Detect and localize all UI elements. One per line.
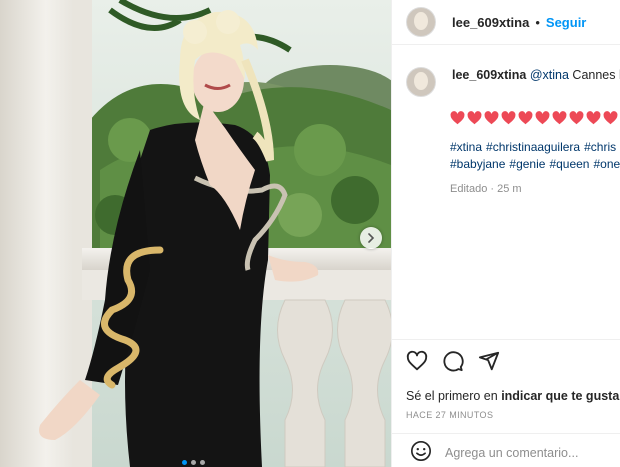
hashtags: #xtina #christinaaguilera #chris #babyjane… <box>450 139 620 173</box>
heart-emoji-icon <box>450 111 465 125</box>
carousel-dot <box>200 460 205 465</box>
caption-avatar[interactable] <box>406 67 436 97</box>
photo-illustration <box>0 0 391 467</box>
heart-emoji-icon <box>501 111 516 125</box>
heart-emoji-icon <box>484 111 499 125</box>
follow-button[interactable]: Seguir <box>546 15 586 30</box>
hashtags-line-1: #xtina #christinaaguilera #chris <box>450 139 620 156</box>
separator: • <box>535 14 540 30</box>
comment-button[interactable] <box>442 350 464 377</box>
carousel-dots <box>182 460 205 465</box>
avatar[interactable] <box>406 7 436 37</box>
heart-emoji-icon <box>518 111 533 125</box>
emoji-icon <box>411 440 431 461</box>
caption-text: lee_609xtina @xtina Cannes ha <box>452 67 620 83</box>
carousel-next-button[interactable] <box>360 227 382 249</box>
caption: lee_609xtina @xtina Cannes ha #xtina #chr… <box>392 45 620 195</box>
carousel-dot <box>182 460 187 465</box>
heart-icon <box>406 350 428 371</box>
hashtag-link[interactable]: #one <box>593 157 620 171</box>
caption-body: Cannes ha <box>572 68 620 82</box>
hashtag-link[interactable]: #xtina <box>450 140 482 154</box>
heart-emoji-icon <box>586 111 601 125</box>
share-button[interactable] <box>478 350 500 377</box>
heart-emoji-icon <box>569 111 584 125</box>
hashtag-link[interactable]: #chris <box>584 140 616 154</box>
hashtag-link[interactable]: #queen <box>549 157 589 171</box>
comment-box <box>392 439 620 467</box>
post-header: lee_609xtina • Seguir <box>392 0 620 45</box>
emoji-button[interactable] <box>410 440 432 467</box>
post-side-panel: lee_609xtina • Seguir lee_609xtina @xtin… <box>391 0 620 467</box>
post-timestamp: HACE 27 MINUTOS <box>406 410 494 420</box>
post-photo[interactable] <box>0 0 391 467</box>
hashtag-link[interactable]: #genie <box>509 157 545 171</box>
chevron-right-icon <box>368 233 375 243</box>
likes-text: Sé el primero en indicar que te gusta e <box>406 389 620 403</box>
comment-icon <box>443 351 464 372</box>
header-username[interactable]: lee_609xtina <box>452 15 529 30</box>
heart-emoji-icon <box>603 111 618 125</box>
hashtag-link[interactable]: #christinaaguilera <box>486 140 580 154</box>
carousel-dot <box>191 460 196 465</box>
caption-username[interactable]: lee_609xtina <box>452 68 526 82</box>
like-button[interactable] <box>406 350 428 377</box>
hashtags-line-2: #babyjane #genie #queen #one <box>450 156 620 173</box>
hashtag-link[interactable]: #babyjane <box>450 157 505 171</box>
divider <box>392 339 620 340</box>
action-bar <box>406 350 500 377</box>
divider <box>392 433 620 434</box>
comment-input[interactable] <box>443 445 617 461</box>
heart-emoji-icon <box>535 111 550 125</box>
share-icon <box>478 351 500 371</box>
likes-link[interactable]: indicar que te gusta e <box>501 389 620 403</box>
edited-timestamp: Editado · 25 m <box>450 183 522 195</box>
heart-emoji-icon <box>467 111 482 125</box>
likes-prefix: Sé el primero en <box>406 389 502 403</box>
hearts-row <box>450 111 620 125</box>
caption-mention[interactable]: @xtina <box>530 68 569 82</box>
heart-emoji-icon <box>552 111 567 125</box>
